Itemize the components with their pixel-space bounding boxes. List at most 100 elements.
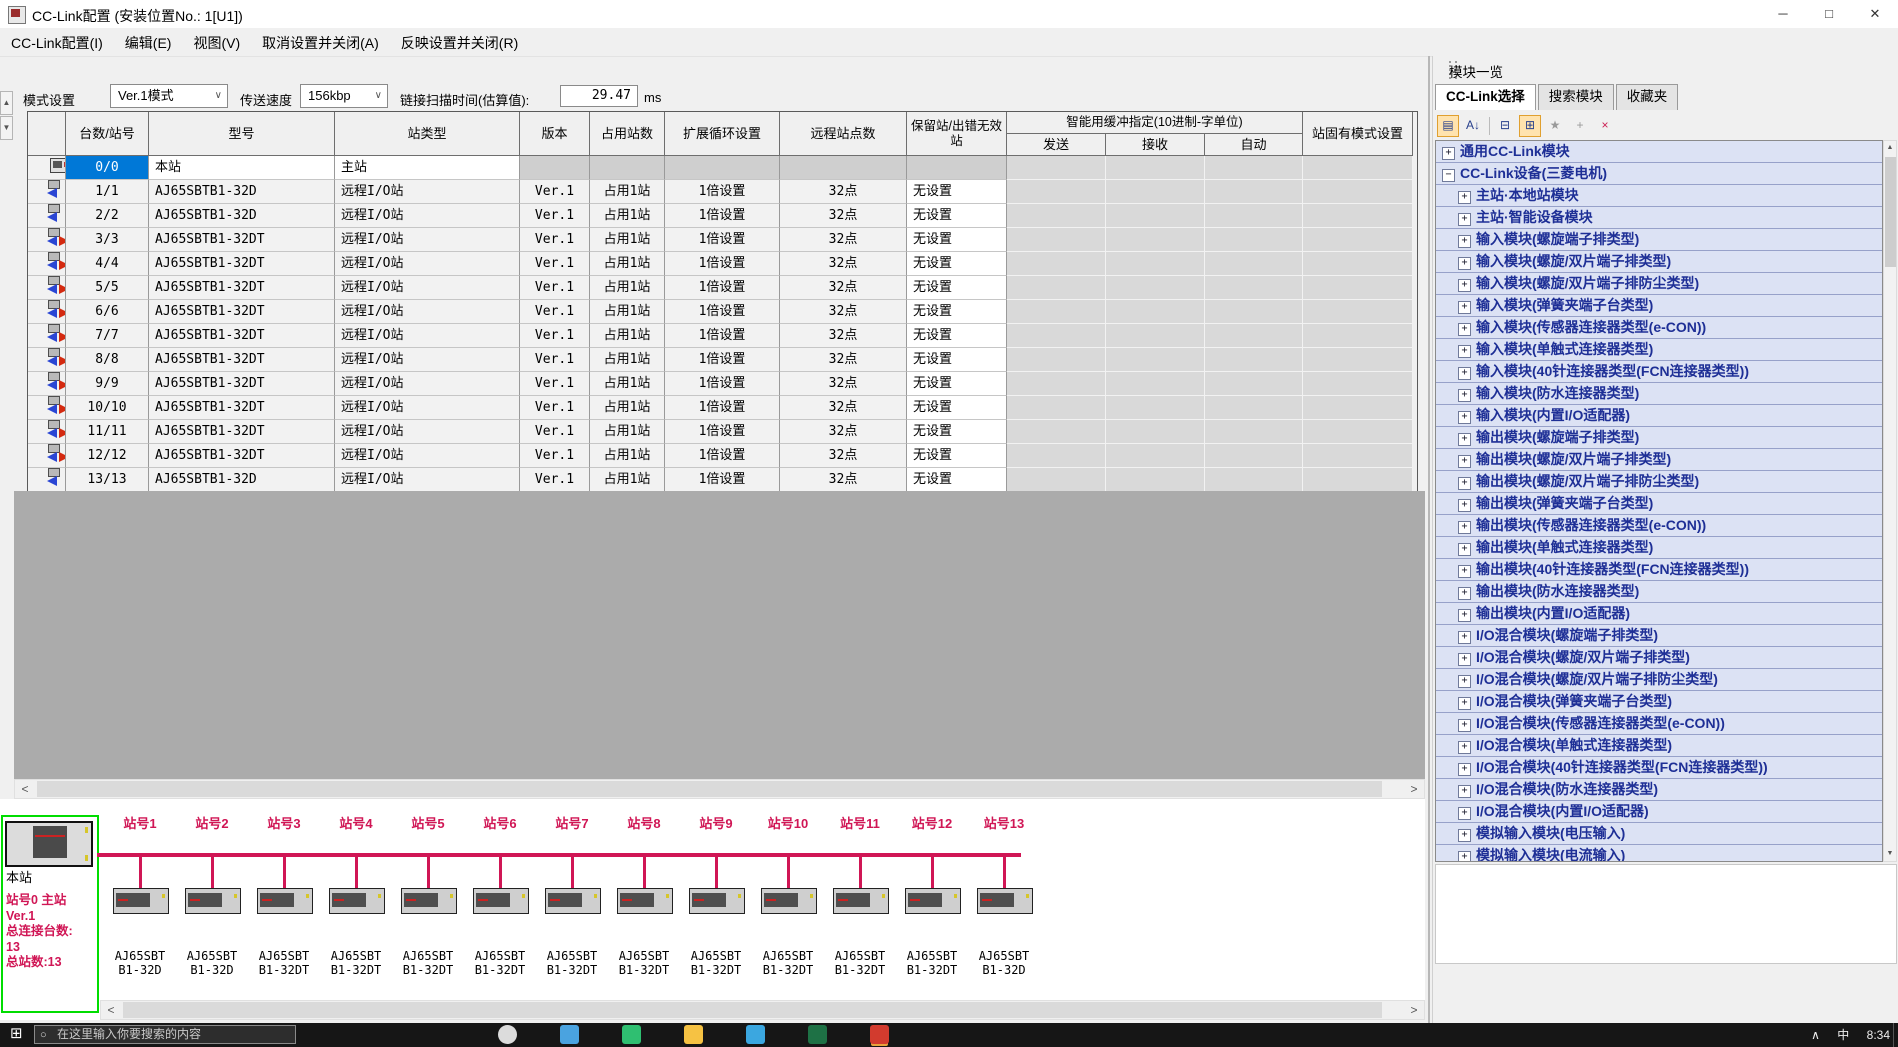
- cell-occupied[interactable]: 占用1站: [590, 180, 665, 204]
- tree-item[interactable]: +输出模块(螺旋/双片端子排防尘类型): [1436, 471, 1882, 493]
- cell-model[interactable]: AJ65SBTB1-32DT: [149, 252, 335, 276]
- cell-model[interactable]: AJ65SBTB1-32DT: [149, 228, 335, 252]
- tray-chevron-icon[interactable]: ∧: [1811, 1028, 1820, 1042]
- scroll-left-icon[interactable]: <: [101, 1001, 121, 1019]
- cell-version[interactable]: [520, 156, 590, 180]
- cell-receive[interactable]: [1106, 300, 1205, 324]
- cell-station-type[interactable]: 远程I/O站: [335, 324, 520, 348]
- cell-station-no[interactable]: 2/2: [66, 204, 149, 228]
- cell-cyclic[interactable]: 1倍设置: [665, 300, 780, 324]
- cell-reserve[interactable]: 无设置: [907, 324, 1007, 348]
- clock[interactable]: 8:34: [1867, 1028, 1890, 1042]
- cell-occupied[interactable]: 占用1站: [590, 348, 665, 372]
- cell-auto[interactable]: [1205, 156, 1303, 180]
- cell-station-no[interactable]: 6/6: [66, 300, 149, 324]
- cell-station-no[interactable]: 7/7: [66, 324, 149, 348]
- station-device-image[interactable]: [977, 888, 1033, 914]
- collapse-icon[interactable]: −: [1442, 169, 1455, 182]
- cell-receive[interactable]: [1106, 252, 1205, 276]
- add-favorite-icon[interactable]: +: [1569, 115, 1591, 137]
- cell-mode[interactable]: [1303, 156, 1413, 180]
- expand-icon[interactable]: +: [1458, 587, 1471, 600]
- expand-icon[interactable]: +: [1442, 147, 1455, 160]
- cell-cyclic[interactable]: [665, 156, 780, 180]
- cell-model[interactable]: AJ65SBTB1-32D: [149, 180, 335, 204]
- cell-receive[interactable]: [1106, 444, 1205, 468]
- cell-points[interactable]: 32点: [780, 204, 907, 228]
- cell-auto[interactable]: [1205, 468, 1303, 492]
- cell-reserve[interactable]: 无设置: [907, 180, 1007, 204]
- expand-icon[interactable]: +: [1458, 477, 1471, 490]
- cell-icon[interactable]: [28, 228, 66, 252]
- cell-model[interactable]: AJ65SBTB1-32D: [149, 204, 335, 228]
- cell-auto[interactable]: [1205, 324, 1303, 348]
- cell-send[interactable]: [1007, 228, 1106, 252]
- delete-icon[interactable]: ×: [1594, 115, 1616, 137]
- cell-points[interactable]: 32点: [780, 324, 907, 348]
- cell-icon[interactable]: [28, 276, 66, 300]
- tree-item[interactable]: +I/O混合模块(防水连接器类型): [1436, 779, 1882, 801]
- cell-station-type[interactable]: 远程I/O站: [335, 444, 520, 468]
- tree-item[interactable]: +I/O混合模块(螺旋端子排类型): [1436, 625, 1882, 647]
- transmission-speed-combo[interactable]: 156kbp∨: [300, 84, 388, 108]
- cell-station-type[interactable]: 远程I/O站: [335, 396, 520, 420]
- tree-item[interactable]: +输入模块(内置I/O适配器): [1436, 405, 1882, 427]
- cell-auto[interactable]: [1205, 300, 1303, 324]
- cell-send[interactable]: [1007, 252, 1106, 276]
- cell-station-no[interactable]: 9/9: [66, 372, 149, 396]
- cell-send[interactable]: [1007, 276, 1106, 300]
- cell-mode[interactable]: [1303, 324, 1413, 348]
- module-image-icon[interactable]: ▤: [1437, 115, 1459, 137]
- tree-item[interactable]: +输入模块(防水连接器类型): [1436, 383, 1882, 405]
- cell-auto[interactable]: [1205, 252, 1303, 276]
- cell-mode[interactable]: [1303, 180, 1413, 204]
- cell-version[interactable]: Ver.1: [520, 396, 590, 420]
- tree-item[interactable]: +输出模块(螺旋端子排类型): [1436, 427, 1882, 449]
- tree-item[interactable]: +通用CC-Link模块: [1436, 141, 1882, 163]
- cell-reserve[interactable]: 无设置: [907, 252, 1007, 276]
- tree-item[interactable]: −CC-Link设备(三菱电机): [1436, 163, 1882, 185]
- cell-cyclic[interactable]: 1倍设置: [665, 228, 780, 252]
- close-button[interactable]: ✕: [1852, 0, 1898, 28]
- tab-CC-Link选择[interactable]: CC-Link选择: [1435, 84, 1536, 110]
- tree-item[interactable]: +模拟输入模块(电压输入): [1436, 823, 1882, 845]
- cell-auto[interactable]: [1205, 372, 1303, 396]
- cell-mode[interactable]: [1303, 348, 1413, 372]
- expand-icon[interactable]: +: [1458, 697, 1471, 710]
- cell-version[interactable]: Ver.1: [520, 444, 590, 468]
- cell-mode[interactable]: [1303, 300, 1413, 324]
- cell-version[interactable]: Ver.1: [520, 252, 590, 276]
- master-station-box[interactable]: 本站 站号0 主站Ver.1总连接台数:13总站数:13: [1, 815, 99, 1013]
- cell-station-type[interactable]: 远程I/O站: [335, 372, 520, 396]
- station-device-image[interactable]: [401, 888, 457, 914]
- cell-auto[interactable]: [1205, 444, 1303, 468]
- cell-send[interactable]: [1007, 204, 1106, 228]
- cell-reserve[interactable]: 无设置: [907, 396, 1007, 420]
- cell-receive[interactable]: [1106, 372, 1205, 396]
- scroll-right-icon[interactable]: >: [1404, 1001, 1424, 1019]
- cell-cyclic[interactable]: 1倍设置: [665, 180, 780, 204]
- cell-icon[interactable]: [28, 348, 66, 372]
- edge-browser-icon[interactable]: [746, 1025, 765, 1044]
- cell-points[interactable]: 32点: [780, 252, 907, 276]
- scroll-up-icon[interactable]: ▲: [1884, 141, 1896, 155]
- expand-icon[interactable]: +: [1458, 609, 1471, 622]
- cell-icon[interactable]: [28, 156, 66, 180]
- cell-model[interactable]: AJ65SBTB1-32DT: [149, 444, 335, 468]
- expand-icon[interactable]: +: [1458, 675, 1471, 688]
- cell-icon[interactable]: [28, 372, 66, 396]
- menu-item-2[interactable]: 视图(V): [182, 28, 251, 56]
- cell-send[interactable]: [1007, 348, 1106, 372]
- cell-station-type[interactable]: 远程I/O站: [335, 468, 520, 492]
- cell-cyclic[interactable]: 1倍设置: [665, 468, 780, 492]
- cell-send[interactable]: [1007, 468, 1106, 492]
- cell-occupied[interactable]: 占用1站: [590, 396, 665, 420]
- cell-station-no[interactable]: 4/4: [66, 252, 149, 276]
- cell-points[interactable]: 32点: [780, 300, 907, 324]
- tree-item[interactable]: +输入模块(单触式连接器类型): [1436, 339, 1882, 361]
- cell-points[interactable]: 32点: [780, 396, 907, 420]
- expand-icon[interactable]: +: [1458, 389, 1471, 402]
- station-device-image[interactable]: [617, 888, 673, 914]
- folder-icon[interactable]: [684, 1025, 703, 1044]
- station-device-image[interactable]: [761, 888, 817, 914]
